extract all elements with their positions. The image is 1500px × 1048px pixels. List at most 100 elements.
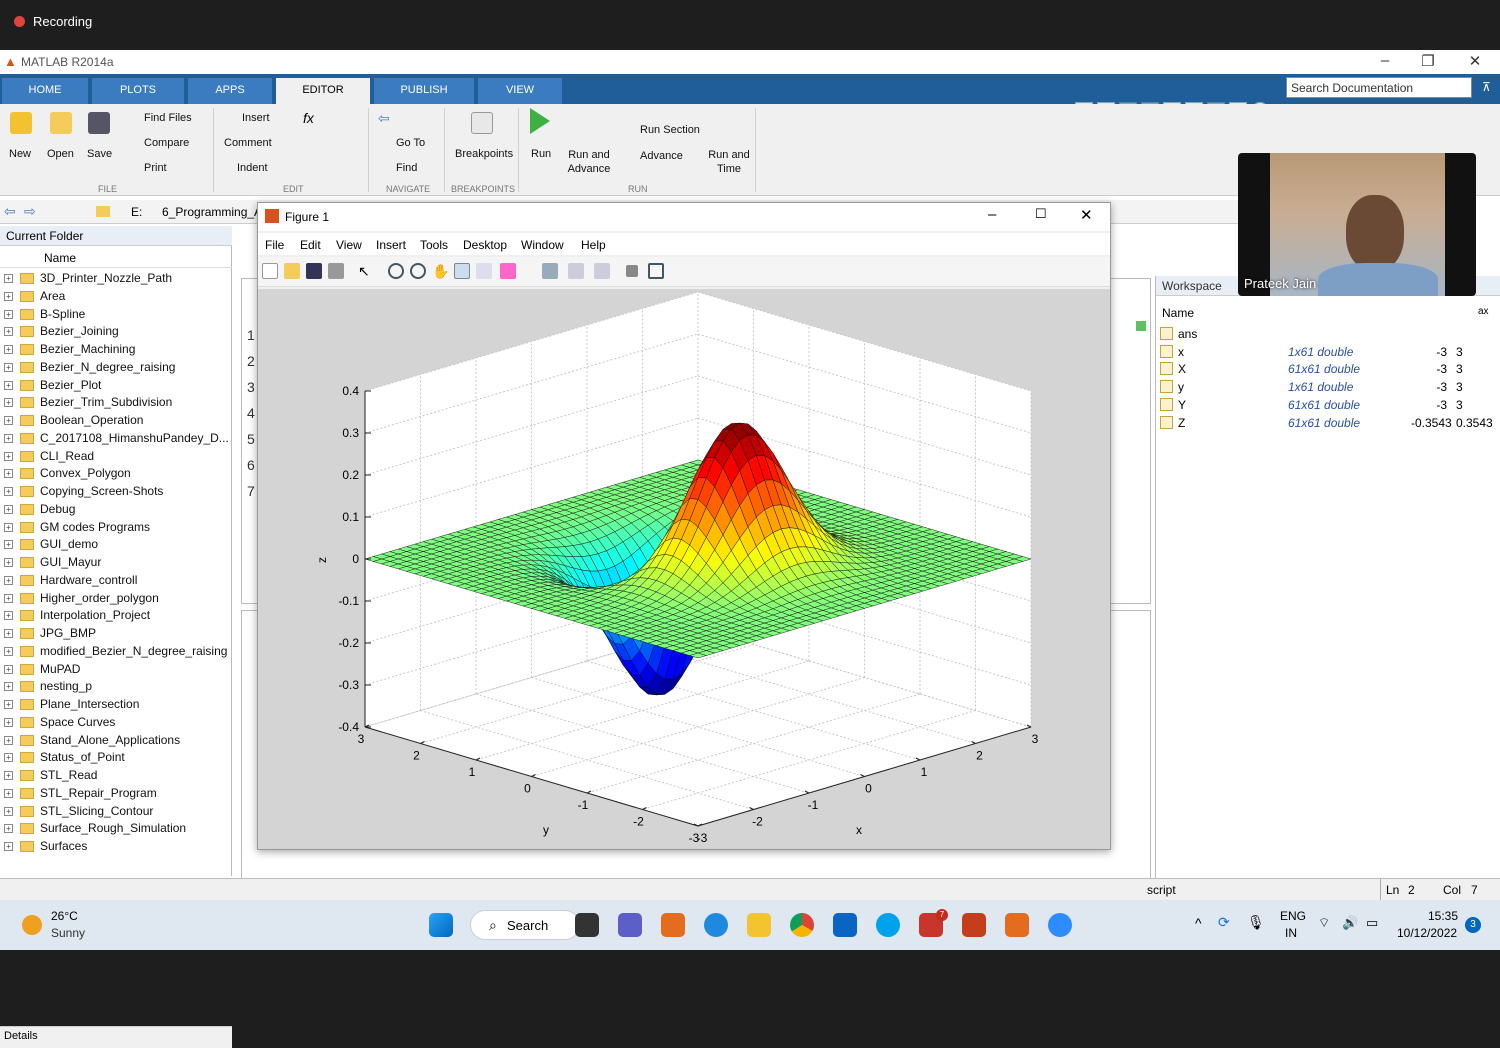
lang-code[interactable]: ENG	[1280, 909, 1306, 923]
notifications-count[interactable]: 3	[1465, 917, 1481, 933]
folder-item[interactable]: + CLI_Read	[0, 448, 232, 466]
battery-icon[interactable]: ▭	[1366, 915, 1378, 931]
insert-colorbar-icon[interactable]	[568, 263, 584, 279]
wifi-icon[interactable]: ⌔	[1318, 915, 1330, 931]
folder-item[interactable]: + B-Spline	[0, 306, 232, 324]
menu-desktop[interactable]: Desktop	[463, 238, 507, 252]
expand-icon[interactable]: +	[4, 504, 13, 514]
matlab-taskbar-icon[interactable]	[661, 913, 685, 937]
folder-item[interactable]: + Bezier_Joining	[0, 323, 232, 341]
print-button[interactable]: Print	[144, 162, 167, 174]
expand-icon[interactable]: +	[4, 558, 13, 567]
expand-icon[interactable]: +	[4, 806, 13, 816]
zoom-out-icon[interactable]	[410, 263, 426, 279]
expand-icon[interactable]: +	[4, 380, 13, 390]
details-panel[interactable]: Details	[0, 1026, 232, 1048]
weather-desc[interactable]: Sunny	[51, 926, 85, 940]
expand-icon[interactable]: +	[4, 753, 13, 763]
folder-item[interactable]: + Bezier_Trim_Subdivision	[0, 394, 232, 412]
plot-area[interactable]: 0.4 0.3 0.2 0.1 0 -0.1 -0.2 -0.3 -0.4 3 2 1 0 -1 -2 -3-…	[258, 289, 1110, 849]
forward-icon[interactable]: ⇨	[24, 203, 36, 220]
expand-icon[interactable]: +	[4, 469, 13, 479]
folder-item[interactable]: + Interpolation_Project	[0, 607, 232, 625]
close-button[interactable]: ✕	[1455, 52, 1495, 70]
lang-region[interactable]: IN	[1285, 926, 1297, 940]
folder-item[interactable]: + GM codes Programs	[0, 519, 232, 537]
skype-icon[interactable]	[876, 913, 900, 937]
powerpoint-icon[interactable]	[962, 913, 986, 937]
surface-plot[interactable]: 0.40.30.20.10-0.1-0.2-0.3-0.43210-1-2-3-…	[258, 289, 1110, 849]
folder-item[interactable]: + Copying_Screen-Shots	[0, 483, 232, 501]
folder-item[interactable]: + nesting_p	[0, 678, 232, 696]
figure-maximize-button[interactable]: ☐	[1035, 206, 1047, 222]
start-icon[interactable]	[429, 913, 453, 937]
tab-publish[interactable]: PUBLISH	[374, 78, 474, 104]
menu-view[interactable]: View	[336, 238, 362, 252]
workspace-var-row[interactable]: y 1x61 double -3 3	[1156, 378, 1500, 396]
workspace-var-row[interactable]: Y 61x61 double -3 3	[1156, 396, 1500, 414]
menu-tools[interactable]: Tools	[420, 238, 448, 252]
edge-icon[interactable]	[704, 913, 728, 937]
folder-item[interactable]: + Debug	[0, 501, 232, 519]
sun-icon[interactable]	[22, 915, 42, 935]
mail-icon[interactable]	[833, 913, 857, 937]
figure-close-button[interactable]: ✕	[1080, 206, 1093, 224]
file-explorer-icon[interactable]	[747, 913, 771, 937]
new-button[interactable]: New	[9, 148, 31, 160]
brush-icon[interactable]	[500, 263, 516, 279]
advance-button[interactable]: Advance	[640, 150, 683, 162]
run-icon[interactable]	[530, 108, 550, 134]
expand-icon[interactable]: +	[4, 327, 13, 337]
search-documentation-input[interactable]: Search Documentation	[1286, 77, 1472, 98]
comment-button[interactable]: Comment	[224, 137, 272, 149]
expand-icon[interactable]: +	[4, 309, 13, 319]
compare-button[interactable]: Compare	[144, 137, 189, 149]
name-column-header[interactable]: Name	[0, 248, 232, 268]
restore-button[interactable]: ❐	[1408, 52, 1448, 70]
find-button[interactable]: Find	[396, 162, 417, 174]
indent-button[interactable]: Indent	[237, 162, 268, 174]
matlab-active-icon[interactable]	[1005, 913, 1029, 937]
chevron-up-icon[interactable]: ^	[1195, 915, 1202, 931]
folder-item[interactable]: + modified_Bezier_N_degree_raising	[0, 643, 232, 661]
ws-max-column[interactable]: ax	[1478, 306, 1489, 317]
expand-icon[interactable]: +	[4, 291, 13, 301]
folder-item[interactable]: + Stand_Alone_Applications	[0, 732, 232, 750]
expand-icon[interactable]: +	[4, 700, 13, 709]
workspace-var-row[interactable]: Z 61x61 double -0.3543 0.3543	[1156, 414, 1500, 432]
find-files-button[interactable]: Find Files	[144, 112, 192, 124]
menu-help[interactable]: Help	[581, 238, 606, 252]
expand-icon[interactable]: +	[4, 771, 13, 780]
menu-edit[interactable]: Edit	[300, 238, 321, 252]
show-plot-tools-icon[interactable]	[648, 263, 664, 279]
workspace-var-row[interactable]: ans	[1156, 325, 1500, 343]
clock-date[interactable]: 10/12/2022	[1397, 926, 1457, 940]
address-folder[interactable]: 6_Programming_A	[162, 205, 262, 219]
expand-icon[interactable]: +	[4, 451, 13, 461]
fx-icon[interactable]: fx	[303, 110, 314, 126]
expand-icon[interactable]: +	[4, 682, 13, 692]
open-folder-icon[interactable]	[50, 112, 72, 134]
weather-temp[interactable]: 26°C	[51, 909, 78, 923]
save-figure-icon[interactable]	[306, 263, 322, 279]
hide-plot-tools-icon[interactable]	[626, 265, 638, 277]
new-figure-icon[interactable]	[262, 263, 278, 279]
ws-name-column[interactable]: Name	[1162, 306, 1194, 320]
folder-item[interactable]: +3D_Printer_Nozzle_Path	[0, 270, 232, 288]
folder-item[interactable]: + Space Curves	[0, 714, 232, 732]
folder-item[interactable]: + Bezier_Plot	[0, 377, 232, 395]
expand-icon[interactable]: +	[4, 735, 13, 745]
folder-item[interactable]: + GUI_demo	[0, 536, 232, 554]
edit-plot-icon[interactable]: ↖	[358, 263, 374, 279]
expand-icon[interactable]: +	[4, 824, 13, 834]
sync-icon[interactable]: ⟳	[1218, 914, 1230, 931]
pan-icon[interactable]: ✋	[432, 263, 449, 279]
link-plot-icon[interactable]	[542, 263, 558, 279]
run-section-button[interactable]: Run Section	[640, 124, 700, 136]
folder-item[interactable]: + GUI_Mayur	[0, 554, 232, 572]
rotate-3d-icon[interactable]	[454, 263, 470, 279]
run-advance-button[interactable]: Run and Advance	[566, 148, 612, 176]
tab-plots[interactable]: PLOTS	[92, 78, 184, 104]
search-icon[interactable]: ⌕	[1458, 80, 1465, 95]
folder-item[interactable]: + Boolean_Operation	[0, 412, 232, 430]
